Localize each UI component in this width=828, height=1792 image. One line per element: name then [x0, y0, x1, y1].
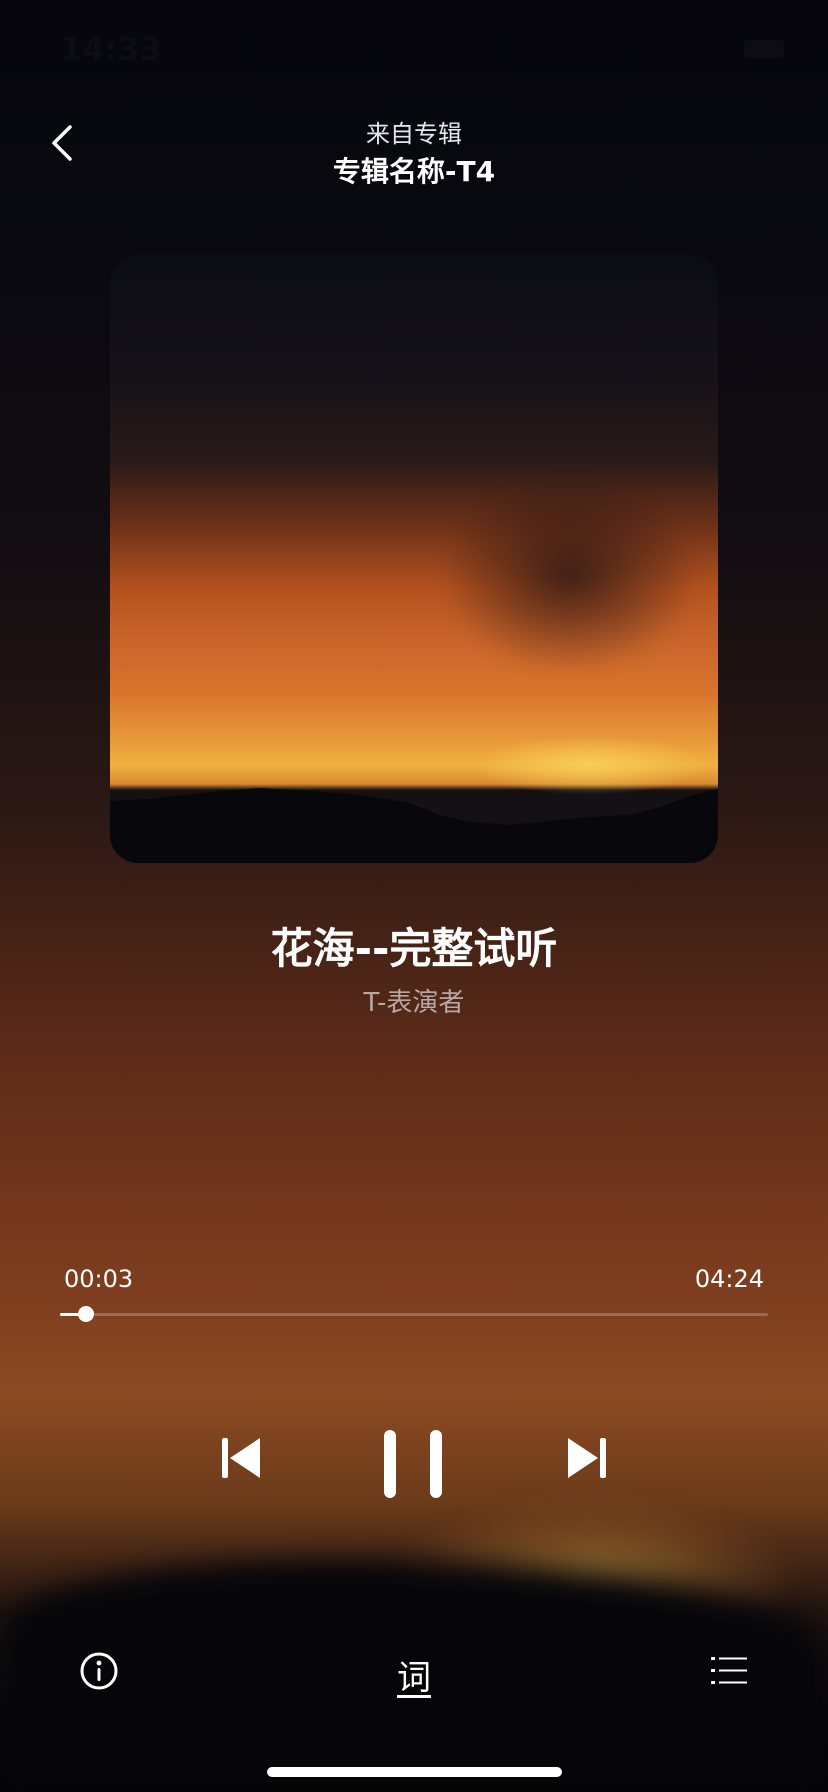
- total-time: 04:24: [694, 1265, 764, 1293]
- status-bar: 14:33: [0, 0, 828, 100]
- cover-hills: [110, 788, 718, 863]
- status-time: 14:33: [60, 30, 162, 68]
- album-cover: [110, 255, 718, 863]
- previous-track-button[interactable]: [218, 1434, 266, 1482]
- elapsed-time: 00:03: [64, 1265, 134, 1293]
- progress-thumb[interactable]: [78, 1306, 95, 1322]
- pause-button[interactable]: [380, 1428, 448, 1500]
- song-title: 花海--完整试听: [270, 924, 558, 973]
- info-button[interactable]: [79, 1651, 119, 1691]
- playlist-button[interactable]: [710, 1654, 748, 1688]
- next-track-button[interactable]: [562, 1434, 610, 1482]
- pause-icon: [384, 1430, 442, 1498]
- info-icon: [80, 1652, 118, 1690]
- home-indicator[interactable]: [267, 1767, 562, 1777]
- battery-icon: [744, 40, 784, 58]
- lyrics-button[interactable]: 词: [394, 1650, 434, 1699]
- album-name: 专辑名称-T4: [332, 155, 496, 188]
- song-artist: T-表演者: [363, 988, 465, 1018]
- header-subtitle: 来自专辑: [366, 120, 462, 148]
- progress-bar[interactable]: [60, 1306, 768, 1322]
- list-icon: [711, 1657, 747, 1684]
- skip-previous-icon: [222, 1438, 260, 1478]
- player-screen: 14:33 来自专辑 专辑名称-T4 花海--完整试听 T-表演者 00:03 …: [0, 0, 828, 1792]
- skip-next-icon: [568, 1438, 606, 1478]
